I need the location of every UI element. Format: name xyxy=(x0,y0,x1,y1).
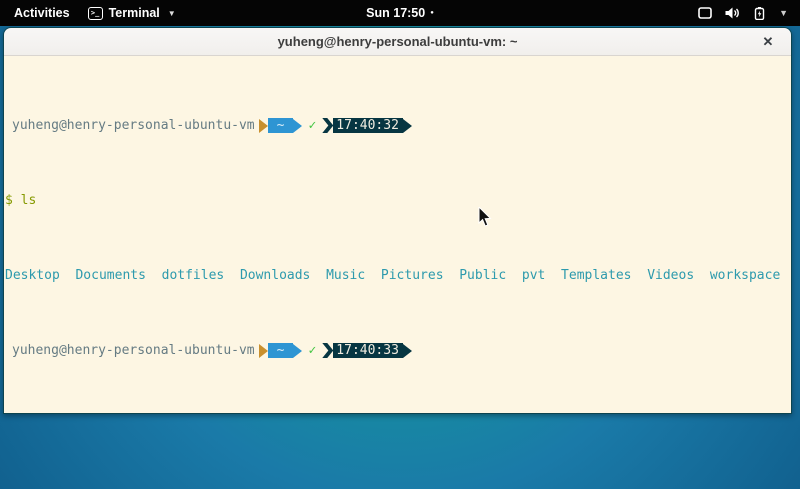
directory-name: workspace xyxy=(710,268,780,283)
window-titlebar[interactable]: yuheng@henry-personal-ubuntu-vm: ~ ✕ xyxy=(4,28,791,56)
system-menu-chevron-icon[interactable]: ▼ xyxy=(779,8,788,18)
clock-label[interactable]: Sun 17:50 xyxy=(366,6,425,20)
status-check-icon: ✓ xyxy=(308,118,316,133)
powerline-arrow-icon xyxy=(293,119,302,133)
powerline-arrow-icon xyxy=(259,344,268,358)
prompt-time: 17:40:32 xyxy=(333,118,403,133)
terminal-app-icon: >_ xyxy=(88,7,103,20)
directory-name: Videos xyxy=(647,268,694,283)
volume-icon[interactable] xyxy=(725,7,740,19)
ls-output-line: Desktop Documents dotfiles Downloads Mus… xyxy=(5,268,791,283)
directory-name: Templates xyxy=(561,268,631,283)
powerline-chevron-icon xyxy=(322,118,333,133)
prompt-cwd-segment: ~ xyxy=(268,118,294,133)
chevron-down-icon: ▼ xyxy=(168,9,176,18)
directory-name: pvt xyxy=(522,268,545,283)
activities-button[interactable]: Activities xyxy=(10,4,74,22)
prompt-user-host: yuheng@henry-personal-ubuntu-vm xyxy=(12,118,255,133)
battery-charging-icon[interactable] xyxy=(753,7,766,20)
directory-name: Music xyxy=(326,268,365,283)
screen-icon[interactable] xyxy=(698,7,712,19)
prompt-user-host: yuheng@henry-personal-ubuntu-vm xyxy=(12,343,255,358)
terminal-window: yuheng@henry-personal-ubuntu-vm: ~ ✕ yuh… xyxy=(3,27,792,414)
prompt-time: 17:40:33 xyxy=(333,343,403,358)
command-line: $ ls xyxy=(5,193,791,208)
window-title: yuheng@henry-personal-ubuntu-vm: ~ xyxy=(278,34,518,49)
close-button[interactable]: ✕ xyxy=(759,33,777,51)
terminal-content[interactable]: yuheng@henry-personal-ubuntu-vm ~ ✓ 17:4… xyxy=(4,56,791,414)
notification-dot-icon: ● xyxy=(430,10,434,16)
app-menu-button[interactable]: >_ Terminal ▼ xyxy=(88,6,176,20)
status-check-icon: ✓ xyxy=(308,343,316,358)
powerline-arrow-icon xyxy=(293,344,302,358)
directory-name: Downloads xyxy=(240,268,310,283)
powerline-arrow-icon xyxy=(259,119,268,133)
directory-name: Documents xyxy=(75,268,145,283)
prompt-line: yuheng@henry-personal-ubuntu-vm ~ ✓ 17:4… xyxy=(5,118,791,133)
powerline-arrow-icon xyxy=(403,344,412,358)
powerline-arrow-icon xyxy=(403,119,412,133)
app-menu-label: Terminal xyxy=(109,6,160,20)
typed-command: ls xyxy=(21,193,37,208)
directory-name: Desktop xyxy=(5,268,60,283)
powerline-chevron-icon xyxy=(322,343,333,358)
directory-name: Public xyxy=(459,268,506,283)
prompt-symbol: $ xyxy=(5,193,13,208)
prompt-cwd-segment: ~ xyxy=(268,343,294,358)
prompt-line: yuheng@henry-personal-ubuntu-vm ~ ✓ 17:4… xyxy=(5,343,791,358)
directory-name: dotfiles xyxy=(162,268,225,283)
top-bar: Activities >_ Terminal ▼ Sun 17:50 ● xyxy=(0,0,800,26)
directory-name: Pictures xyxy=(381,268,444,283)
